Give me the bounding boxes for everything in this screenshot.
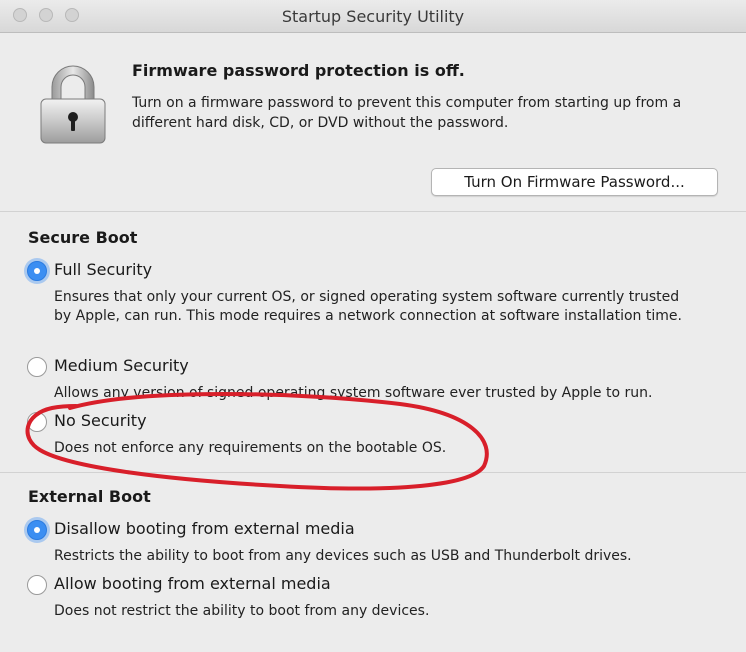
firmware-description: Turn on a firmware password to prevent t… [132,95,682,131]
external-boot-title: External Boot [28,487,151,506]
full-security-description: Ensures that only your current OS, or si… [54,289,682,324]
disallow-external-boot-description: Restricts the ability to boot from any d… [54,548,632,564]
no-security-radio[interactable] [27,412,47,432]
full-security-radio[interactable] [27,261,47,281]
allow-external-boot-description: Does not restrict the ability to boot fr… [54,603,430,619]
secure-boot-title: Secure Boot [28,228,138,247]
allow-external-boot-radio[interactable] [27,575,47,595]
turn-on-firmware-password-button[interactable]: Turn On Firmware Password... [431,168,718,196]
section-divider [0,472,746,473]
allow-external-boot-label[interactable]: Allow booting from external media [54,574,331,593]
medium-security-label[interactable]: Medium Security [54,356,189,375]
no-security-label[interactable]: No Security [54,411,147,430]
window-title: Startup Security Utility [281,7,465,26]
lock-icon [40,65,106,144]
firmware-status-heading: Firmware password protection is off. [132,61,465,80]
medium-security-description: Allows any version of signed operating s… [54,385,653,401]
disallow-external-boot-label[interactable]: Disallow booting from external media [54,519,355,538]
disallow-external-boot-radio[interactable] [27,520,47,540]
medium-security-radio[interactable] [27,357,47,377]
full-security-label[interactable]: Full Security [54,260,152,279]
title-bar: Startup Security Utility [0,0,746,33]
firmware-password-section: Firmware password protection is off. Tur… [0,33,746,212]
no-security-description: Does not enforce any requirements on the… [54,440,447,456]
